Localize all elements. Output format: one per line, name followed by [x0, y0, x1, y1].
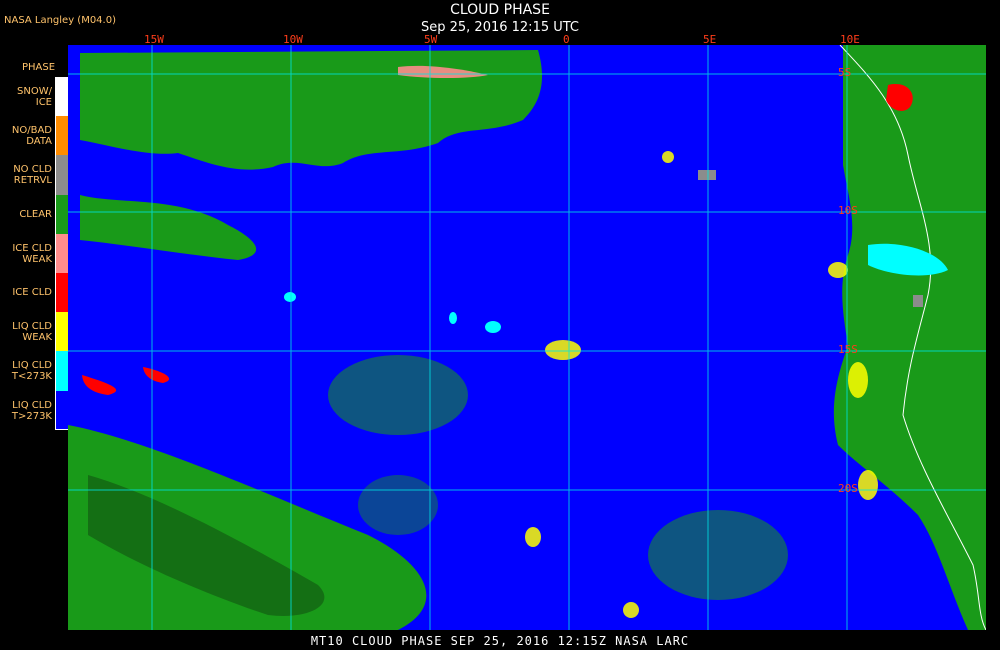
legend-label-line2: ICE	[35, 97, 52, 108]
legend-label: LIQ CLD T>273K	[0, 400, 52, 422]
footer-caption: MT10 CLOUD PHASE SEP 25, 2016 12:15Z NAS…	[310, 634, 690, 648]
clear-cells-southeast	[648, 510, 788, 600]
legend-label-line2: WEAK	[22, 332, 52, 344]
liq-weak-5	[525, 527, 541, 547]
legend-label-line1: ICE CLD	[12, 287, 52, 298]
legend-label-line1: LIQ CLD	[12, 321, 52, 333]
legend-label-line2: DATA	[26, 136, 52, 148]
legend-label: LIQ CLD WEAK	[0, 321, 52, 343]
legend-label: NO/BAD DATA	[0, 125, 52, 147]
lat-label: 5S	[838, 66, 852, 79]
legend-label-line2: T>273K	[11, 410, 52, 422]
liq-weak-1	[545, 340, 581, 360]
no-retrieval-1	[698, 170, 716, 180]
legend-label-line1: ICE CLD	[12, 242, 52, 254]
legend-label-line1: LIQ CLD	[12, 360, 52, 372]
clear-cells-south	[358, 475, 438, 535]
source-badge: NASA Langley (M04.0)	[4, 15, 116, 26]
legend-label-line2: T<273K	[11, 371, 52, 383]
lon-label: 10E	[840, 33, 860, 46]
legend-label-line1: NO/BAD	[11, 125, 52, 137]
legend-label: ICE CLD WEAK	[0, 243, 52, 265]
legend-label: NO CLD RETRVL	[0, 164, 52, 186]
lon-label: 10W	[283, 33, 303, 46]
no-retrieval-2	[913, 295, 923, 307]
legend-label-line2: WEAK	[22, 253, 52, 265]
cloud-phase-map	[68, 45, 986, 630]
legend-label: LIQ CLD T<273K	[0, 360, 52, 382]
legend-label: CLEAR	[0, 209, 52, 220]
liq-weak-4	[828, 262, 848, 278]
liq-weak-6	[623, 602, 639, 618]
legend-title: PHASE	[22, 62, 56, 73]
legend-label-line1: CLEAR	[19, 208, 52, 220]
legend-label-line1: SNOW/	[17, 86, 52, 97]
liq-weak-7	[662, 151, 674, 163]
lon-label: 5W	[424, 33, 438, 46]
lon-label: 0	[563, 33, 570, 46]
legend-label-line1: NO CLD	[13, 164, 52, 176]
legend-label: SNOW/ICE	[0, 86, 52, 108]
legend-label: ICE CLD	[0, 287, 52, 298]
liq-weak-3	[858, 470, 878, 500]
lon-label: 5E	[703, 33, 717, 46]
lat-label: 15S	[838, 343, 858, 356]
map-title: CLOUD PHASE	[450, 2, 550, 18]
liq-weak-2	[848, 362, 868, 398]
legend-label-line1: LIQ CLD	[12, 399, 52, 411]
liq-cold-small-1	[284, 292, 296, 302]
legend-label-line2: RETRVL	[13, 175, 52, 187]
lat-label: 10S	[838, 204, 858, 217]
clear-cells-center	[328, 355, 468, 435]
lon-label: 15W	[144, 33, 164, 46]
liq-cold-small-2	[485, 321, 501, 333]
liq-cold-small-3	[449, 312, 457, 324]
lat-label: 20S	[838, 482, 858, 495]
